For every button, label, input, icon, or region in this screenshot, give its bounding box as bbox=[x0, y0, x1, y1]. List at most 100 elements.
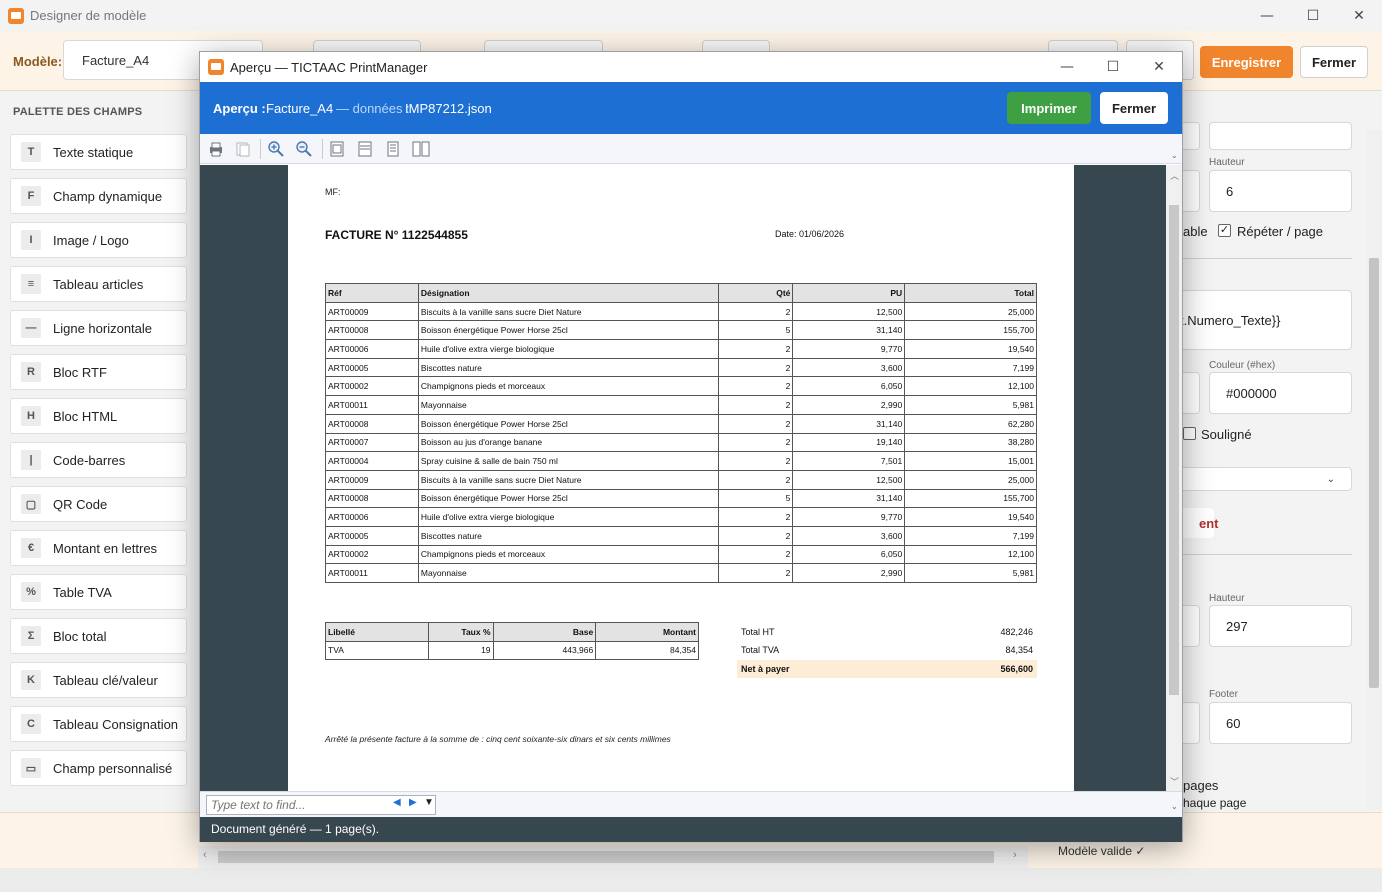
expression-input[interactable]: t.Numero_Texte}} bbox=[1183, 290, 1352, 350]
table-cell: ART00002 bbox=[325, 544, 419, 565]
table-cell: 31,140 bbox=[792, 320, 906, 341]
total-value: 84,354 bbox=[1005, 645, 1033, 655]
palette-item[interactable]: € Montant en lettres bbox=[10, 530, 187, 566]
properties-panel: Hauteur 6 able ✓ Répéter / page t.Numero… bbox=[1183, 92, 1382, 812]
color-label: Couleur (#hex) bbox=[1209, 360, 1276, 371]
dialog-minimize-button[interactable]: — bbox=[1044, 52, 1090, 82]
find-previous-icon[interactable]: ◀ bbox=[393, 797, 401, 808]
table-row: ART00008 Boisson énergétique Power Horse … bbox=[325, 320, 1037, 341]
palette-badge-icon: ▭ bbox=[21, 758, 41, 778]
palette-item[interactable]: H Bloc HTML bbox=[10, 398, 187, 434]
palette-item[interactable]: ▢ QR Code bbox=[10, 486, 187, 522]
minimize-button[interactable]: — bbox=[1244, 0, 1290, 31]
page-height-input[interactable]: 297 bbox=[1209, 605, 1352, 647]
table-cell: 6,050 bbox=[792, 376, 906, 397]
table-row: ART00008 Boisson énergétique Power Horse … bbox=[325, 413, 1037, 434]
prop-field-partial[interactable] bbox=[1183, 170, 1200, 212]
red-action-button[interactable]: ent bbox=[1183, 508, 1219, 538]
table-cell: Biscottes nature bbox=[417, 357, 719, 378]
palette-item-label: Image / Logo bbox=[53, 232, 129, 248]
table-cell: 19,540 bbox=[904, 339, 1037, 359]
amount-in-words: Arrêté la présente facture à la somme de… bbox=[325, 734, 671, 744]
table-cell: 15,001 bbox=[904, 451, 1037, 471]
find-text-input[interactable] bbox=[206, 795, 436, 815]
print-icon[interactable] bbox=[206, 139, 226, 159]
close-designer-button[interactable]: Fermer bbox=[1300, 46, 1368, 78]
prop-field-partial[interactable] bbox=[1183, 122, 1200, 150]
palette-item-label: Table TVA bbox=[53, 584, 112, 600]
palette-badge-icon: F bbox=[21, 186, 41, 206]
palette-item[interactable]: C Tableau Consignation bbox=[10, 706, 187, 742]
column-header: Réf bbox=[325, 283, 419, 303]
palette-item[interactable]: T Texte statique bbox=[10, 134, 187, 170]
palette-item-label: Texte statique bbox=[53, 144, 134, 160]
viewer-vertical-scrollbar[interactable]: ︿ ﹀ bbox=[1166, 165, 1182, 791]
palette-item[interactable]: — Ligne horizontale bbox=[10, 310, 187, 346]
two-pages-icon[interactable] bbox=[411, 139, 431, 159]
palette-item[interactable]: | Code-barres bbox=[10, 442, 187, 478]
palette-item[interactable]: ▭ Champ personnalisé bbox=[10, 750, 187, 786]
single-page-icon[interactable] bbox=[383, 139, 403, 159]
find-options-dropdown-icon[interactable]: ▼ bbox=[424, 797, 434, 808]
table-cell: ART00011 bbox=[325, 395, 419, 415]
findbar-overflow-icon[interactable]: ⌄ bbox=[1171, 802, 1178, 811]
table-cell: 2 bbox=[717, 432, 794, 453]
preview-dialog: Aperçu — TICTAAC PrintManager — ☐ ✕ Aper… bbox=[199, 51, 1183, 842]
tax-id-label: MF: bbox=[325, 187, 341, 197]
scroll-up-icon[interactable]: ︿ bbox=[1170, 169, 1179, 182]
palette-item[interactable]: I Image / Logo bbox=[10, 222, 187, 258]
palette-item[interactable]: Σ Bloc total bbox=[10, 618, 187, 654]
prop-select[interactable]: ⌄ bbox=[1183, 467, 1352, 491]
scroll-down-icon[interactable]: ﹀ bbox=[1170, 775, 1179, 788]
viewer-toolbar: ⌄ bbox=[200, 134, 1182, 164]
height-input[interactable]: 6 bbox=[1209, 170, 1352, 212]
palette-badge-icon: | bbox=[21, 450, 41, 470]
height-label: Hauteur bbox=[1209, 157, 1245, 168]
repeat-checkbox[interactable]: ✓ bbox=[1218, 224, 1231, 237]
close-preview-button[interactable]: Fermer bbox=[1100, 92, 1168, 124]
zoom-in-icon[interactable] bbox=[266, 139, 286, 159]
palette-item[interactable]: F Champ dynamique bbox=[10, 178, 187, 214]
palette-item[interactable]: ≡ Tableau articles bbox=[10, 266, 187, 302]
save-button[interactable]: Enregistrer bbox=[1200, 46, 1293, 78]
canvas-horizontal-scrollbar[interactable]: ‹ › bbox=[198, 846, 1028, 868]
scroll-right-icon[interactable]: › bbox=[1013, 849, 1017, 861]
prop-field-partial[interactable] bbox=[1209, 122, 1352, 150]
divider bbox=[1183, 554, 1352, 555]
scroll-left-icon[interactable]: ‹ bbox=[203, 849, 207, 861]
palette-item[interactable]: % Table TVA bbox=[10, 574, 187, 610]
close-window-button[interactable]: ✕ bbox=[1336, 0, 1382, 31]
scrollbar-thumb[interactable] bbox=[1369, 258, 1379, 688]
underline-checkbox[interactable] bbox=[1183, 427, 1196, 440]
print-button[interactable]: Imprimer bbox=[1007, 92, 1091, 124]
color-input[interactable]: #000000 bbox=[1209, 372, 1352, 414]
table-cell: ART00006 bbox=[325, 507, 419, 527]
prop-field-partial[interactable] bbox=[1183, 702, 1200, 744]
table-cell: ART00009 bbox=[325, 469, 419, 490]
prop-field-partial[interactable] bbox=[1183, 605, 1200, 647]
document-viewer[interactable]: MF: FACTURE N° 1122544855 Date: 01/06/20… bbox=[200, 165, 1166, 791]
table-cell: 19 bbox=[427, 640, 494, 660]
preview-label: Aperçu : bbox=[213, 101, 266, 116]
find-next-icon[interactable]: ▶ bbox=[409, 797, 417, 808]
main-titlebar: Designer de modèle — ☐ ✕ bbox=[0, 0, 1382, 31]
prop-field-partial[interactable] bbox=[1183, 372, 1200, 414]
dialog-close-window-button[interactable]: ✕ bbox=[1136, 52, 1182, 82]
fit-page-icon[interactable] bbox=[327, 139, 347, 159]
dialog-maximize-button[interactable]: ☐ bbox=[1090, 52, 1136, 82]
invoice-date: Date: 01/06/2026 bbox=[775, 229, 845, 239]
scrollbar-thumb[interactable] bbox=[218, 851, 994, 863]
zoom-out-icon[interactable] bbox=[294, 139, 314, 159]
bottom-strip bbox=[0, 868, 1382, 892]
palette-badge-icon: — bbox=[21, 318, 41, 338]
scrollbar-thumb[interactable] bbox=[1169, 205, 1179, 695]
palette-item[interactable]: R Bloc RTF bbox=[10, 354, 187, 390]
toolbar-overflow-icon[interactable]: ⌄ bbox=[1171, 151, 1178, 160]
footer-input[interactable]: 60 bbox=[1209, 702, 1352, 744]
properties-scrollbar[interactable] bbox=[1366, 130, 1382, 810]
maximize-button[interactable]: ☐ bbox=[1290, 0, 1336, 31]
copy-icon[interactable] bbox=[233, 139, 253, 159]
palette-item[interactable]: K Tableau clé/valeur bbox=[10, 662, 187, 698]
fit-width-icon[interactable] bbox=[355, 139, 375, 159]
column-header: PU bbox=[792, 283, 906, 303]
